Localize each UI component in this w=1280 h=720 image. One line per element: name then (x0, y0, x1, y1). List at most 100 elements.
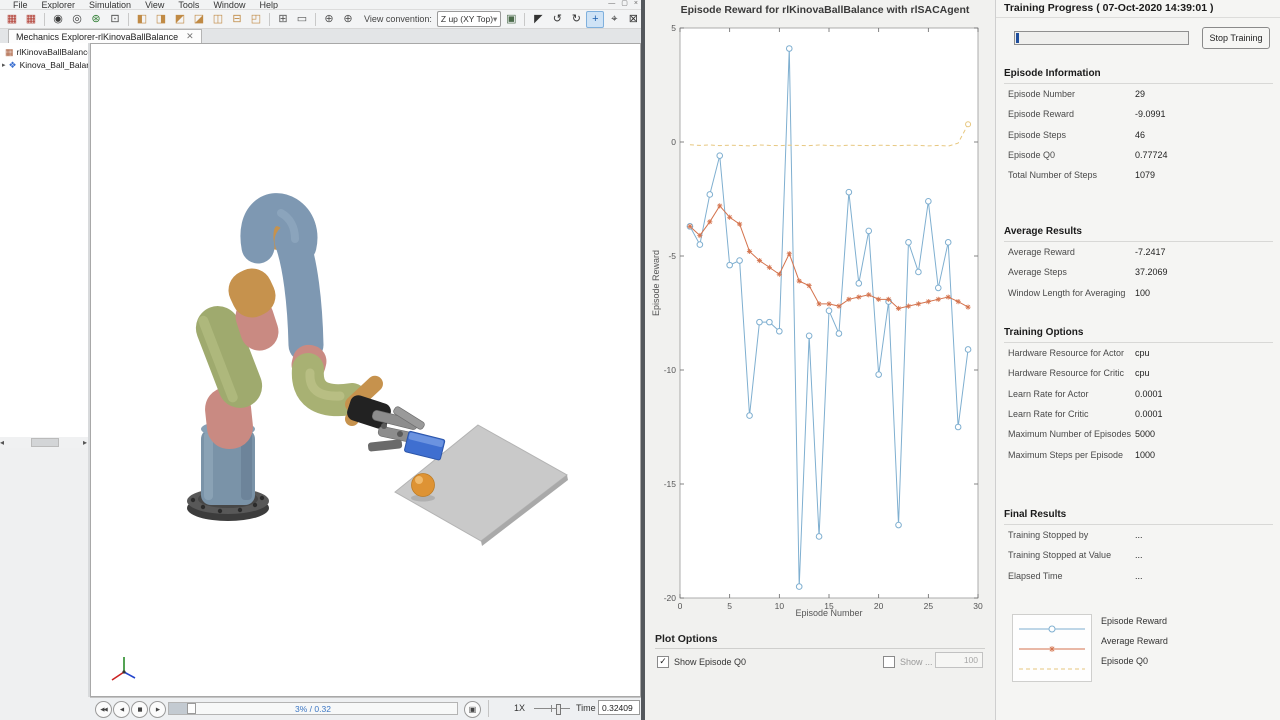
perspective-icon[interactable]: ◎ (68, 11, 86, 28)
info-row: Training Stopped by... (1008, 530, 1273, 542)
info-row: Episode Q00.77724 (1008, 150, 1273, 162)
info-row: Total Number of Steps1079 (1008, 170, 1273, 182)
row-value: cpu (1135, 348, 1150, 358)
view-iso-icon[interactable]: ◰ (247, 11, 265, 28)
divider (996, 17, 1280, 18)
view-back-icon[interactable]: ◨ (152, 11, 170, 28)
pan-icon[interactable]: + (586, 11, 604, 28)
view-front-icon[interactable]: ◧ (133, 11, 151, 28)
episode-information-section: Episode InformationEpisode Number29Episo… (1004, 68, 1273, 200)
view-top-icon[interactable]: ◩ (171, 11, 189, 28)
save-explorer-icon[interactable]: ▦ (3, 11, 21, 28)
view-left-icon[interactable]: ◫ (209, 11, 227, 28)
stop-training-button[interactable]: Stop Training (1202, 27, 1270, 49)
play-button[interactable]: ▶ (149, 701, 166, 718)
row-label: Maximum Steps per Episode (1008, 450, 1123, 460)
loop-playback-button[interactable]: ▣ (464, 701, 481, 718)
jump-to-start-button[interactable]: ◀◀ (95, 701, 112, 718)
tab-mechanics-explorer[interactable]: Mechanics Explorer-rlKinovaBallBalance ✕ (8, 29, 202, 43)
view-right-icon[interactable]: ⊟ (228, 11, 246, 28)
tree-item-rlkinovaballbalance[interactable]: ▦ rlKinovaBallBalance (0, 45, 88, 58)
view-convention-dropdown[interactable]: Z up (XY Top) ▾ (437, 11, 501, 27)
row-label: Average Reward (1008, 247, 1075, 257)
toolbar-separator (128, 13, 129, 26)
tree-view-icon[interactable]: ⊛ (87, 11, 105, 28)
3d-viewport[interactable] (90, 43, 641, 697)
row-value: 1000 (1135, 450, 1155, 460)
robot-scene (91, 44, 640, 696)
scrollbar-thumb[interactable] (31, 438, 59, 447)
window-size-input[interactable]: 100 (935, 652, 983, 668)
row-value: 0.0001 (1135, 389, 1163, 399)
row-value: -9.0991 (1135, 109, 1166, 119)
row-label: Learn Rate for Critic (1008, 409, 1089, 419)
section-title: Episode Information (1004, 68, 1273, 84)
tree-horizontal-scrollbar[interactable]: ◂ ▸ (0, 437, 89, 448)
menu-item-window[interactable]: Window (206, 0, 252, 9)
tree-item-kinova-ball-balance[interactable]: ▸ ❖ Kinova_Ball_Balance (0, 58, 88, 71)
show-episode-q0-checkbox[interactable]: ✓ (657, 656, 669, 668)
close-tab-icon[interactable]: ✕ (186, 31, 194, 42)
next-viewpoint-icon[interactable]: ⊕ (339, 11, 357, 28)
row-label: Episode Steps (1008, 130, 1066, 140)
world-triad (112, 657, 135, 680)
svg-text:-20: -20 (664, 593, 677, 603)
show-more-checkbox[interactable] (883, 656, 895, 668)
zoom-icon[interactable]: ⌖ (605, 11, 623, 28)
final-results-section: Final ResultsTraining Stopped by...Train… (1004, 509, 1273, 600)
tree-item-label: rlKinovaBallBalance (17, 47, 89, 57)
info-row: Episode Steps 46 (1008, 130, 1273, 142)
scroll-right-icon[interactable]: ▸ (83, 438, 87, 447)
step-back-button[interactable]: ◀ (113, 701, 130, 718)
average-results-section: Average ResultsAverage Reward-7.2417Aver… (1004, 226, 1273, 317)
slider-thumb[interactable] (556, 704, 561, 715)
chevron-down-icon: ▾ (493, 14, 497, 25)
view-bottom-icon[interactable]: ◪ (190, 11, 208, 28)
orange-ball (411, 474, 435, 502)
row-value: 46 (1135, 130, 1145, 140)
save-all-icon[interactable]: ▦ (22, 11, 40, 28)
grasped-blue-box (404, 431, 445, 460)
menu-item-simulation[interactable]: Simulation (82, 0, 138, 9)
expander-icon[interactable]: ▸ (2, 61, 6, 69)
x-axis-label: Episode Number (680, 608, 978, 618)
rotate-view-icon[interactable]: ↺ (548, 11, 566, 28)
simulation-progress-bar[interactable]: 3% / 0.32 (168, 702, 458, 715)
pause-button[interactable]: ▮▮ (131, 701, 148, 718)
snapshot-icon[interactable]: ▣ (502, 11, 520, 28)
menu-item-help[interactable]: Help (252, 0, 285, 9)
roll-view-icon[interactable]: ↻ (567, 11, 585, 28)
row-value: 0.0001 (1135, 409, 1163, 419)
menu-item-file[interactable]: File (6, 0, 35, 9)
plot-options-header: Plot Options (655, 633, 985, 649)
info-row: Maximum Steps per Episode 1000 (1008, 450, 1273, 462)
show-more-label: Show ... (900, 657, 933, 667)
select-icon[interactable]: ◤ (529, 11, 547, 28)
window-controls: — ▢ × (608, 0, 638, 9)
info-row: Elapsed Time... (1008, 571, 1273, 583)
one-view-icon[interactable]: ▭ (293, 11, 311, 28)
menu-item-explorer[interactable]: Explorer (35, 0, 83, 9)
tree-item-label: Kinova_Ball_Balance (20, 60, 89, 70)
four-views-icon[interactable]: ⊞ (274, 11, 292, 28)
svg-text:-15: -15 (664, 479, 677, 489)
chart-legend (1012, 614, 1092, 682)
progress-text: 3% / 0.32 (169, 704, 457, 714)
time-input[interactable]: 0.32409 (598, 700, 640, 715)
training-progress-fill (1016, 33, 1019, 43)
fit-to-view-icon[interactable]: ⊡ (106, 11, 124, 28)
row-label: Episode Q0 (1008, 150, 1055, 160)
zoom-region-icon[interactable]: ⊠ (624, 11, 642, 28)
close-window-icon[interactable]: × (634, 0, 638, 8)
scroll-left-icon[interactable]: ◂ (0, 438, 4, 447)
orbit-camera-icon[interactable]: ◉ (49, 11, 67, 28)
menu-item-tools[interactable]: Tools (171, 0, 206, 9)
restore-icon[interactable]: ▢ (621, 0, 628, 8)
speed-slider[interactable] (534, 708, 570, 709)
svg-text:-10: -10 (664, 365, 677, 375)
menu-item-view[interactable]: View (138, 0, 171, 9)
prev-viewpoint-icon[interactable]: ⊕ (320, 11, 338, 28)
show-episode-q0-label: Show Episode Q0 (674, 657, 746, 667)
minimize-icon[interactable]: — (608, 0, 615, 8)
model-icon: ▦ (5, 47, 14, 57)
